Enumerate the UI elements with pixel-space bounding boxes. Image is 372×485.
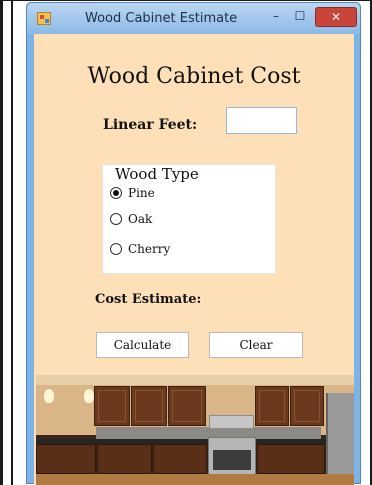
- photo-upper-cabinet: [168, 386, 206, 426]
- form-client-area: Wood Cabinet Cost Linear Feet: Wood Type…: [34, 34, 354, 485]
- photo-range-hood: [209, 415, 254, 429]
- photo-upper-cabinet: [290, 386, 324, 426]
- radio-label-cherry: Cherry: [128, 242, 171, 256]
- cost-estimate-label: Cost Estimate:: [95, 292, 202, 307]
- wood-type-legend: Wood Type: [113, 165, 201, 183]
- radio-label-pine: Pine: [128, 186, 155, 200]
- radio-unselected-icon[interactable]: [110, 243, 122, 255]
- linear-feet-input[interactable]: [226, 107, 297, 134]
- photo-ceiling: [36, 375, 354, 385]
- kitchen-cabinets-photo: [36, 375, 354, 485]
- radio-option-oak[interactable]: Oak: [110, 211, 152, 227]
- calculate-button[interactable]: Calculate: [96, 332, 189, 358]
- photo-pendant-light: [44, 389, 54, 403]
- photo-lower-cabinet: [257, 444, 325, 474]
- photo-pendant-light: [84, 389, 94, 403]
- window-title: Wood Cabinet Estimate: [85, 11, 238, 26]
- clear-button[interactable]: Clear: [209, 332, 303, 358]
- radio-selected-icon[interactable]: [110, 187, 122, 199]
- photo-lower-cabinet: [36, 444, 96, 474]
- photo-upper-cabinet: [255, 386, 289, 426]
- photo-lower-cabinet: [97, 444, 152, 474]
- title-bar[interactable]: Wood Cabinet Estimate – ☐ ✕: [27, 3, 360, 34]
- page-title: Wood Cabinet Cost: [87, 64, 301, 89]
- radio-label-oak: Oak: [128, 212, 153, 226]
- app-window: Wood Cabinet Estimate – ☐ ✕ Wood Cabinet…: [26, 2, 361, 485]
- photo-refrigerator: [326, 393, 354, 485]
- wood-type-groupbox: Wood Type Pine Oak Cherry: [102, 164, 276, 274]
- linear-feet-label: Linear Feet:: [103, 117, 198, 133]
- photo-stove: [208, 437, 256, 477]
- radio-option-pine[interactable]: Pine: [110, 185, 155, 201]
- radio-option-cherry[interactable]: Cherry: [110, 241, 170, 257]
- document-left-rule: [11, 0, 13, 485]
- photo-upper-cabinet: [94, 386, 130, 426]
- close-button[interactable]: ✕: [315, 7, 357, 27]
- photo-floor: [36, 474, 354, 485]
- photo-upper-cabinet: [131, 386, 167, 426]
- maximize-button[interactable]: ☐: [289, 7, 311, 27]
- photo-lower-cabinet: [153, 444, 207, 474]
- app-icon[interactable]: [37, 12, 51, 25]
- minimize-button[interactable]: –: [265, 7, 287, 27]
- radio-unselected-icon[interactable]: [110, 213, 122, 225]
